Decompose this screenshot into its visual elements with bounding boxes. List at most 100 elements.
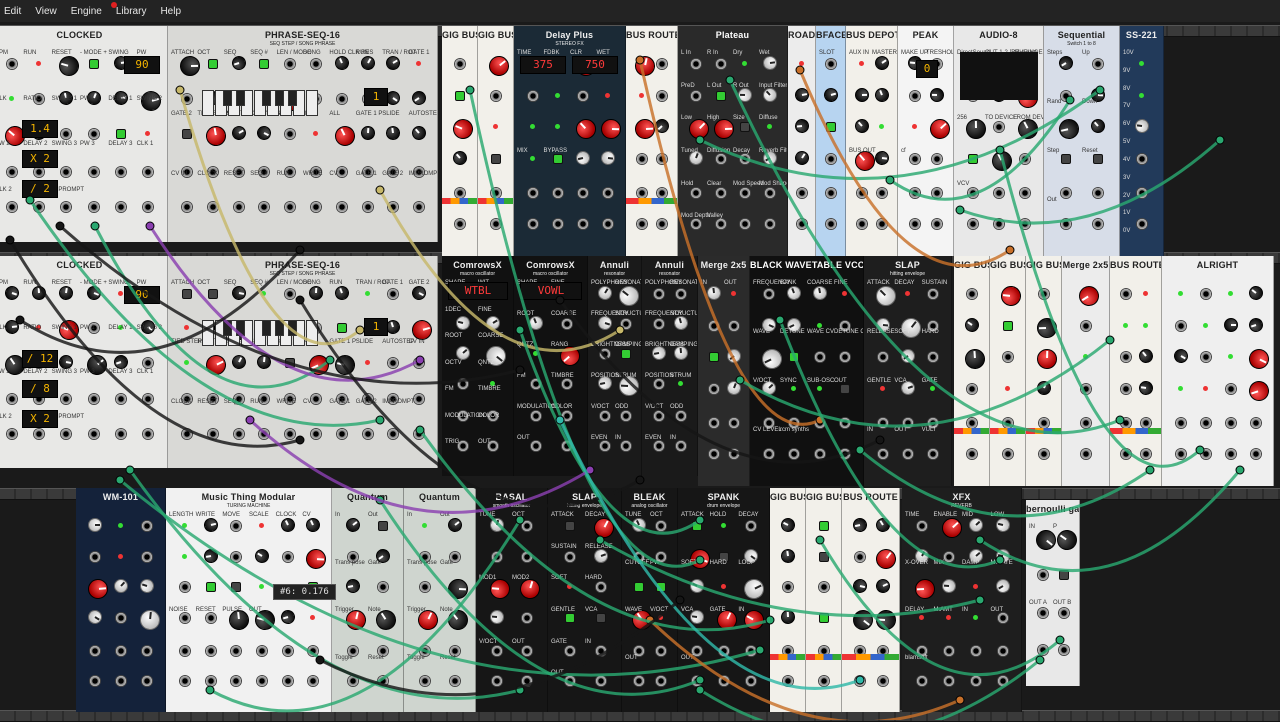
jack[interactable] [1080,448,1092,461]
knob[interactable] [230,284,247,302]
jack[interactable] [1036,607,1049,619]
jack[interactable] [5,58,18,70]
jack[interactable] [178,644,191,657]
jack[interactable] [966,448,978,461]
knob[interactable] [202,547,219,564]
jack[interactable] [232,200,245,213]
jack[interactable] [454,186,466,199]
knob[interactable] [2,284,21,302]
jack[interactable] [232,427,245,440]
jack[interactable] [1080,383,1092,395]
module-xfx[interactable]: XFX REVERB TIME ENABLE MID LOW X-OVER MIX DAMP M.… [902,488,1022,712]
knob[interactable] [1036,317,1058,338]
jack[interactable] [206,427,219,440]
knob[interactable] [740,575,768,603]
jack[interactable] [142,427,155,440]
knob[interactable] [228,123,249,143]
jack[interactable] [876,351,889,364]
knob[interactable] [484,51,513,81]
button[interactable] [491,154,501,164]
jack[interactable] [5,393,18,406]
module-bernoulli[interactable]: bernoulli gate IN P OUT A OUT B [1026,500,1080,686]
jack[interactable] [1036,568,1049,581]
knob[interactable] [85,607,105,627]
knob[interactable] [724,346,744,367]
menu-engine[interactable]: Engine [71,6,102,17]
jack[interactable] [796,218,808,231]
jack[interactable] [206,200,219,213]
jack[interactable] [782,581,794,594]
knob[interactable] [332,53,351,73]
jack[interactable] [1120,416,1132,429]
jack[interactable] [377,675,389,688]
knob[interactable] [600,118,621,140]
jack[interactable] [551,218,564,231]
jack[interactable] [454,218,466,231]
knob[interactable] [780,609,796,625]
jack[interactable] [1224,448,1237,461]
jack[interactable] [490,186,502,199]
jack[interactable] [419,581,431,594]
jack[interactable] [708,448,720,461]
module-gigbus1[interactable]: GIG BUS [442,26,478,256]
jack[interactable] [728,448,740,461]
jack[interactable] [691,675,704,688]
sequencer-black-key[interactable] [262,320,271,336]
jack[interactable] [825,218,837,231]
button[interactable] [181,129,192,140]
knob[interactable] [1134,118,1150,135]
jack[interactable] [818,675,830,688]
knob[interactable] [724,378,744,398]
module-gigbus3[interactable]: GIG BUS [954,256,990,486]
jack[interactable] [284,200,297,213]
knob[interactable] [409,88,429,108]
jack[interactable] [526,218,539,231]
jack[interactable] [521,644,533,657]
jack[interactable] [419,675,431,688]
knob[interactable] [360,125,375,141]
jack[interactable] [60,128,73,141]
jack[interactable] [178,612,191,624]
knob[interactable] [489,578,511,601]
sequencer-black-key[interactable] [223,90,232,106]
jack[interactable] [1174,416,1187,429]
knob[interactable] [202,351,230,379]
jack[interactable] [491,644,503,657]
jack[interactable] [521,675,533,688]
knob[interactable] [872,53,892,73]
module-ss221[interactable]: SS-221 10V 9V 8V 7V 6V 5V 4V 3V 2V 1V 0V [1120,26,1164,256]
jack[interactable] [876,675,889,688]
module-quantum1[interactable]: Quantum In Out Trans pose Gate Trigger Note Tog… [332,488,404,712]
knob[interactable] [872,85,892,104]
button[interactable] [819,551,829,562]
jack[interactable] [230,675,243,688]
jack[interactable] [1038,416,1050,429]
jack[interactable] [619,410,632,422]
jack[interactable] [335,93,348,106]
knob[interactable] [854,87,870,102]
knob[interactable] [898,346,918,367]
jack[interactable] [690,186,703,199]
jack[interactable] [619,318,632,330]
knob[interactable] [706,285,722,301]
jack[interactable] [967,186,979,199]
jack[interactable] [230,520,243,532]
jack[interactable] [942,644,955,657]
knob[interactable] [780,547,796,564]
button[interactable] [207,289,218,299]
knob[interactable] [31,285,47,301]
knob[interactable] [1170,346,1191,366]
jack[interactable] [309,200,322,213]
jack[interactable] [115,675,127,688]
knob[interactable] [872,515,893,535]
jack[interactable] [993,121,1005,134]
knob[interactable] [331,122,359,150]
module-busroute1[interactable]: BUS ROUTE [626,26,678,256]
jack[interactable] [115,612,127,624]
jack[interactable] [1249,448,1262,461]
button[interactable] [789,352,800,363]
module-phrase2[interactable]: PHRASE-SEQ-16 SEQ STEP / SONG PHRASE ATTAC… [168,256,438,468]
button[interactable] [819,521,829,531]
jack[interactable] [675,440,687,452]
module-gigbus2[interactable]: GIG BUS [478,26,514,256]
